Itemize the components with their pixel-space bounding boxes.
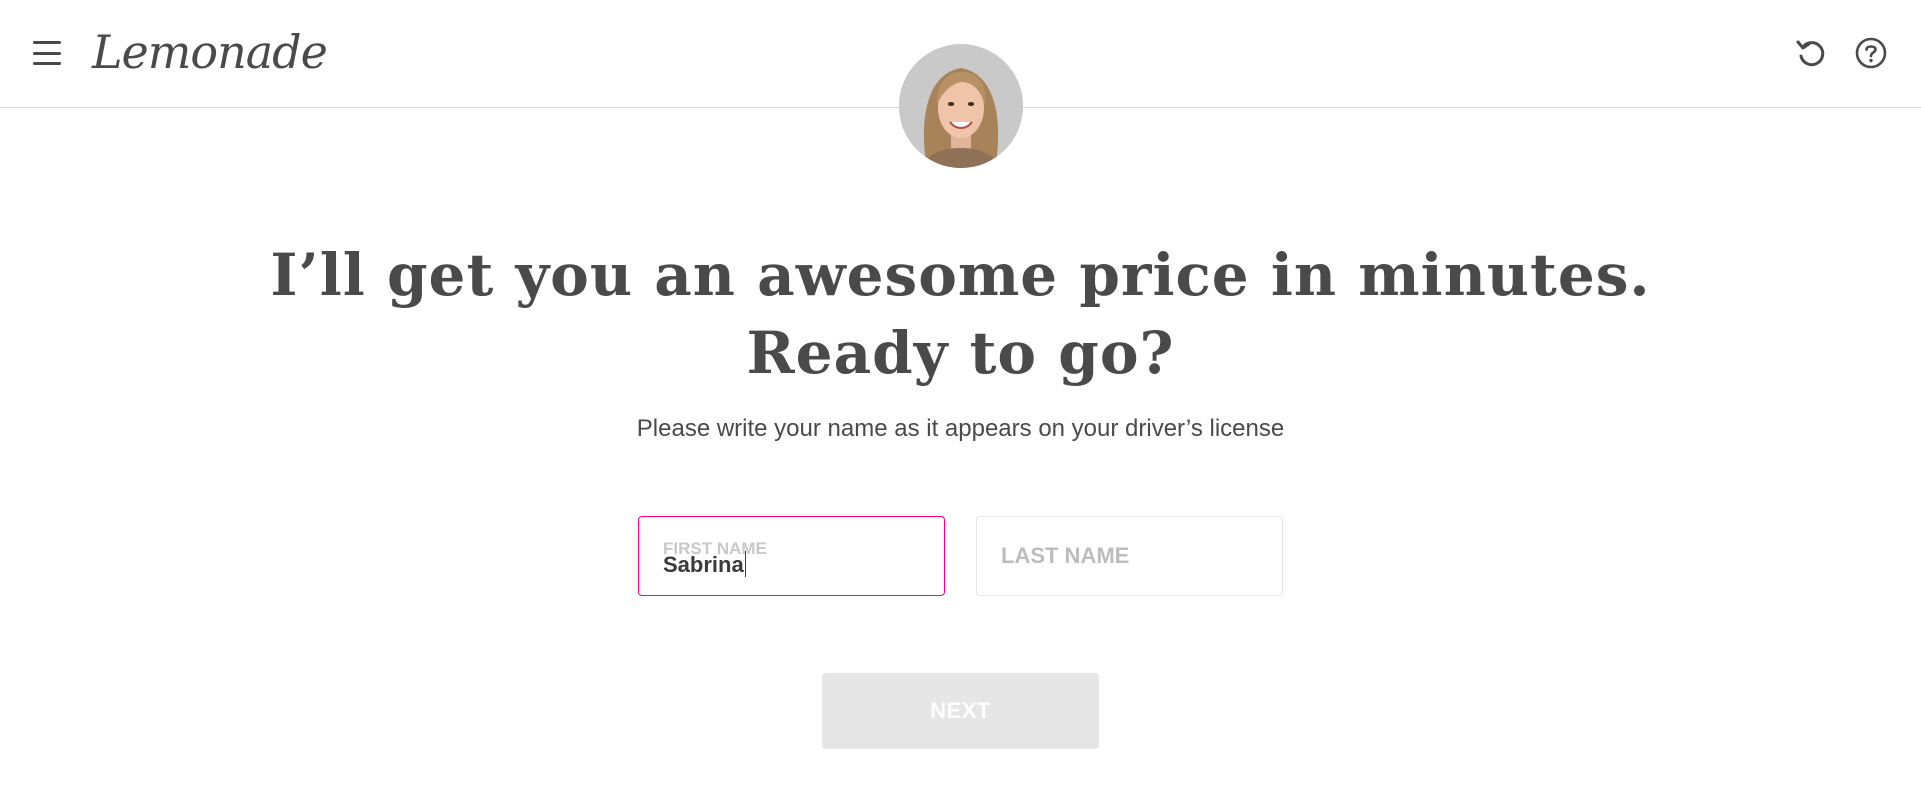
page-title: I’ll get you an awesome price in minutes… <box>0 236 1921 392</box>
headline-line-1: I’ll get you an awesome price in minutes… <box>270 241 1651 309</box>
menu-bar <box>33 41 61 44</box>
last-name-field[interactable] <box>976 516 1283 596</box>
headline-line-2: Ready to go? <box>746 319 1175 387</box>
logo[interactable]: Lemonade <box>92 22 328 82</box>
text-caret <box>744 551 746 577</box>
undo-icon-graphic <box>1796 40 1825 67</box>
avatar <box>899 44 1023 168</box>
undo-icon[interactable] <box>1794 36 1828 70</box>
menu-bar <box>33 62 61 65</box>
menu-bar <box>33 51 61 55</box>
first-name-input[interactable]: Sabrina <box>663 551 746 578</box>
instruction-text: Please write your name as it appears on … <box>636 415 1285 442</box>
help-icon[interactable] <box>1854 36 1888 70</box>
last-name-input[interactable] <box>977 517 1282 595</box>
hamburger-menu-icon[interactable] <box>30 38 64 68</box>
first-name-value: Sabrina <box>663 552 744 577</box>
page: Lemonade I’ll get you an awesome price i… <box>0 0 1921 808</box>
help-icon-graphic <box>1855 37 1887 69</box>
first-name-field[interactable]: FIRST NAME Sabrina <box>638 516 945 596</box>
next-button[interactable]: NEXT <box>822 673 1099 749</box>
avatar-portrait <box>899 44 1023 168</box>
